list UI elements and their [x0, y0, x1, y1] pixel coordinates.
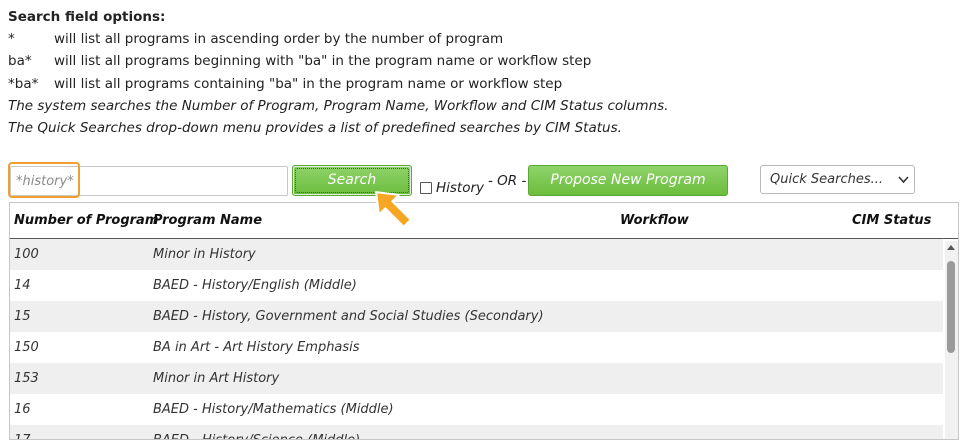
help-text: will list all programs containing "ba" i… — [54, 75, 563, 92]
column-header-workflow[interactable]: Workflow — [620, 203, 689, 239]
chevron-down-icon — [898, 166, 909, 203]
arrow-pointer-icon — [372, 188, 420, 248]
cell-program-name: BAED - History/Mathematics (Middle) — [153, 402, 394, 417]
vertical-scrollbar[interactable] — [945, 241, 958, 439]
cell-program-name: BA in Art - Art History Emphasis — [153, 340, 360, 355]
help-row: * will list all programs in ascending ord… — [8, 28, 948, 50]
help-row: ba* will list all programs beginning with… — [8, 50, 948, 72]
cell-number: 153 — [14, 371, 39, 386]
table-body: 100 Minor in History 14 BAED - History/E… — [10, 239, 943, 439]
or-separator: - OR - — [488, 173, 527, 189]
table-row[interactable]: 153 Minor in Art History — [10, 363, 943, 394]
help-title: Search field options: — [8, 9, 166, 25]
column-header-program-name[interactable]: Program Name — [153, 203, 262, 239]
help-note: The Quick Searches drop-down menu provid… — [8, 120, 622, 137]
table-row[interactable]: 16 BAED - History/Mathematics (Middle) — [10, 394, 943, 425]
column-header-cim-status[interactable]: CIM Status — [852, 203, 931, 239]
help-row: *ba* will list all programs containing "b… — [8, 73, 948, 95]
cell-program-name: BAED - History, Government and Social St… — [153, 309, 544, 324]
help-text: will list all programs in ascending orde… — [54, 31, 504, 48]
history-checkbox[interactable] — [420, 182, 432, 194]
help-symbol: * — [8, 31, 15, 48]
help-symbol: *ba* — [8, 75, 39, 92]
cell-number: 100 — [14, 247, 39, 262]
cell-program-name: BAED - History/Science (Middle) — [153, 425, 360, 439]
help-note: The system searches the Number of Progra… — [8, 97, 669, 114]
column-header-number[interactable]: Number of Program — [14, 203, 158, 239]
history-label[interactable]: History — [436, 180, 484, 196]
cell-number: 14 — [14, 278, 31, 293]
cell-number: 150 — [14, 340, 39, 355]
scrollbar-thumb[interactable] — [947, 261, 955, 353]
cell-number: 15 — [14, 309, 31, 324]
help-text: will list all programs beginning with "b… — [54, 53, 592, 70]
table-row[interactable]: 14 BAED - History/English (Middle) — [10, 270, 943, 301]
search-help: Search field options: * will list all pro… — [8, 6, 948, 139]
table-header: Number of Program Program Name Workflow … — [10, 203, 958, 239]
cell-program-name: BAED - History/English (Middle) — [153, 278, 357, 293]
results-table: Number of Program Program Name Workflow … — [9, 202, 959, 440]
propose-button-label: Propose New Program — [550, 172, 706, 188]
quick-searches-label: Quick Searches... — [770, 172, 884, 187]
search-input-highlight — [8, 162, 80, 198]
cell-number: 17 — [14, 425, 31, 439]
table-row[interactable]: 15 BAED - History, Government and Social… — [10, 301, 943, 332]
table-row[interactable]: 150 BA in Art - Art History Emphasis — [10, 332, 943, 363]
cell-program-name: Minor in History — [153, 247, 256, 262]
cell-number: 16 — [14, 402, 31, 417]
table-row[interactable]: 17 BAED - History/Science (Middle) — [10, 425, 943, 439]
table-row[interactable]: 100 Minor in History — [10, 239, 943, 270]
help-symbol: ba* — [8, 53, 32, 70]
scroll-up-icon[interactable] — [947, 245, 955, 250]
quick-searches-select[interactable]: Quick Searches... — [760, 165, 915, 194]
propose-new-program-button[interactable]: Propose New Program — [528, 165, 728, 196]
cell-program-name: Minor in Art History — [153, 371, 280, 386]
